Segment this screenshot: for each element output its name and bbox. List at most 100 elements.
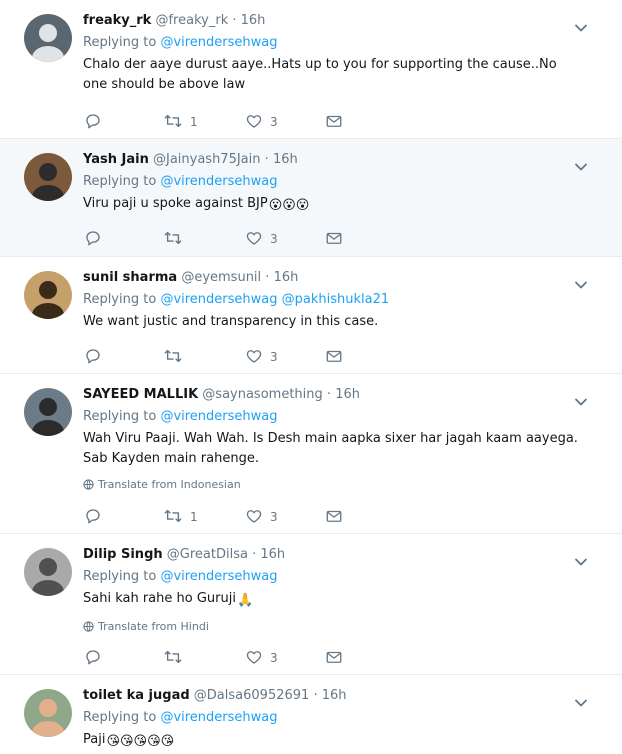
mention-link[interactable]: @virendersehwag @pakhishukla21 xyxy=(160,292,389,307)
user-handle[interactable]: @Jainyash75Jain xyxy=(153,152,261,167)
reply-icon xyxy=(84,112,102,133)
display-name[interactable]: toilet ka jugad xyxy=(83,688,190,703)
like-count: 3 xyxy=(270,651,278,665)
reply-icon xyxy=(84,229,102,250)
reply-icon xyxy=(84,347,102,368)
emoji-group: 😘😘😘😘😘 xyxy=(106,734,175,749)
tweet-text: Wah Viru Paaji. Wah Wah. Is Desh main aa… xyxy=(83,429,582,469)
avatar[interactable] xyxy=(24,271,72,319)
reply-tweet[interactable]: freaky_rk @freaky_rk · 16h Replying to @v… xyxy=(0,0,622,139)
separator-dot: · xyxy=(313,688,318,703)
display-name[interactable]: sunil sharma xyxy=(83,270,177,285)
mention-link[interactable]: @virendersehwag xyxy=(160,35,277,50)
avatar[interactable] xyxy=(24,388,72,436)
user-handle[interactable]: @saynasomething xyxy=(202,387,322,402)
reply-tweet[interactable]: Yash Jain @Jainyash75Jain · 16h Replying … xyxy=(0,139,622,257)
separator-dot: · xyxy=(252,547,257,562)
direct-message-button[interactable] xyxy=(325,649,343,667)
user-handle[interactable]: @freaky_rk xyxy=(155,13,228,28)
timestamp[interactable]: 16h xyxy=(273,152,298,167)
reply-button[interactable] xyxy=(84,113,102,131)
retweet-icon xyxy=(163,112,183,133)
replying-to-label: Replying to xyxy=(83,35,157,50)
retweet-icon xyxy=(163,507,183,528)
avatar[interactable] xyxy=(24,153,72,201)
reply-button[interactable] xyxy=(84,348,102,366)
chevron-down-icon[interactable] xyxy=(574,693,588,712)
separator-dot: · xyxy=(265,270,270,285)
like-button[interactable]: 3 xyxy=(245,508,278,526)
like-button[interactable]: 3 xyxy=(245,348,278,366)
user-handle[interactable]: @GreatDilsa xyxy=(167,547,248,562)
display-name[interactable]: freaky_rk xyxy=(83,13,151,28)
timestamp[interactable]: 16h xyxy=(322,688,347,703)
mention-link[interactable]: @virendersehwag xyxy=(160,174,277,189)
reply-icon xyxy=(84,507,102,528)
envelope-icon xyxy=(325,347,343,368)
retweet-button[interactable] xyxy=(163,230,183,248)
retweet-button[interactable] xyxy=(163,649,183,667)
tweet-text: We want justic and transparency in this … xyxy=(83,312,582,332)
heart-icon xyxy=(245,112,263,133)
chevron-down-icon[interactable] xyxy=(574,18,588,37)
chevron-down-icon[interactable] xyxy=(574,552,588,571)
tweet-text: Chalo der aaye durust aaye..Hats up to y… xyxy=(83,55,582,95)
user-handle[interactable]: @Dalsa60952691 xyxy=(194,688,310,703)
reply-tweet[interactable]: SAYEED MALLIK @saynasomething · 16h Reply… xyxy=(0,374,622,534)
retweet-icon xyxy=(163,648,183,669)
retweet-button[interactable]: 1 xyxy=(163,508,198,526)
display-name[interactable]: Yash Jain xyxy=(83,152,149,167)
mention-link[interactable]: @virendersehwag xyxy=(160,569,277,584)
avatar[interactable] xyxy=(24,548,72,596)
chevron-down-icon[interactable] xyxy=(574,157,588,176)
tweet-text: Viru paji u spoke against BJP😮😮😮 xyxy=(83,194,582,216)
timestamp[interactable]: 16h xyxy=(260,547,285,562)
reply-button[interactable] xyxy=(84,649,102,667)
mention-link[interactable]: @virendersehwag xyxy=(160,710,277,725)
envelope-icon xyxy=(325,112,343,133)
translate-label[interactable]: Translate from Indonesian xyxy=(98,478,241,491)
avatar[interactable] xyxy=(24,14,72,62)
tweet-body: We want justic and transparency in this … xyxy=(83,314,379,329)
retweet-button[interactable] xyxy=(163,348,183,366)
reply-button[interactable] xyxy=(84,508,102,526)
timestamp[interactable]: 16h xyxy=(241,13,266,28)
replying-to-label: Replying to xyxy=(83,174,157,189)
replying-to-label: Replying to xyxy=(83,292,157,307)
direct-message-button[interactable] xyxy=(325,230,343,248)
replying-to-label: Replying to xyxy=(83,409,157,424)
like-button[interactable]: 3 xyxy=(245,230,278,248)
display-name[interactable]: Dilip Singh xyxy=(83,547,163,562)
translate-label[interactable]: Translate from Hindi xyxy=(98,620,209,633)
tweet-header: SAYEED MALLIK @saynasomething · 16h xyxy=(83,384,582,406)
retweet-button[interactable]: 1 xyxy=(163,113,198,131)
reply-tweet[interactable]: sunil sharma @eyemsunil · 16h Replying to… xyxy=(0,257,622,374)
timestamp[interactable]: 16h xyxy=(335,387,360,402)
tweet-header: Yash Jain @Jainyash75Jain · 16h xyxy=(83,149,582,171)
avatar[interactable] xyxy=(24,689,72,737)
translate-link[interactable]: Translate from Hindi xyxy=(83,620,209,634)
chevron-down-icon[interactable] xyxy=(574,392,588,411)
replying-to: Replying to @virendersehwag xyxy=(83,707,582,729)
direct-message-button[interactable] xyxy=(325,113,343,131)
mention-link[interactable]: @virendersehwag xyxy=(160,409,277,424)
like-button[interactable]: 3 xyxy=(245,113,278,131)
direct-message-button[interactable] xyxy=(325,508,343,526)
chevron-down-icon[interactable] xyxy=(574,275,588,294)
envelope-icon xyxy=(325,507,343,528)
like-button[interactable]: 3 xyxy=(245,649,278,667)
reply-tweet[interactable]: toilet ka jugad @Dalsa60952691 · 16h Repl… xyxy=(0,675,622,754)
user-handle[interactable]: @eyemsunil xyxy=(181,270,261,285)
tweet-body: Sahi kah rahe ho Guruji xyxy=(83,591,236,606)
separator-dot: · xyxy=(326,387,332,402)
translate-link[interactable]: Translate from Indonesian xyxy=(83,478,241,492)
timestamp[interactable]: 16h xyxy=(274,270,299,285)
replies-feed: freaky_rk @freaky_rk · 16h Replying to @v… xyxy=(0,0,622,754)
envelope-icon xyxy=(325,229,343,250)
display-name[interactable]: SAYEED MALLIK xyxy=(83,387,198,402)
reply-tweet[interactable]: Dilip Singh @GreatDilsa · 16h Replying to… xyxy=(0,534,622,675)
tweet-content: Dilip Singh @GreatDilsa · 16h Replying to… xyxy=(83,544,582,611)
direct-message-button[interactable] xyxy=(325,348,343,366)
reply-button[interactable] xyxy=(84,230,102,248)
replying-to: Replying to @virendersehwag xyxy=(83,566,582,588)
